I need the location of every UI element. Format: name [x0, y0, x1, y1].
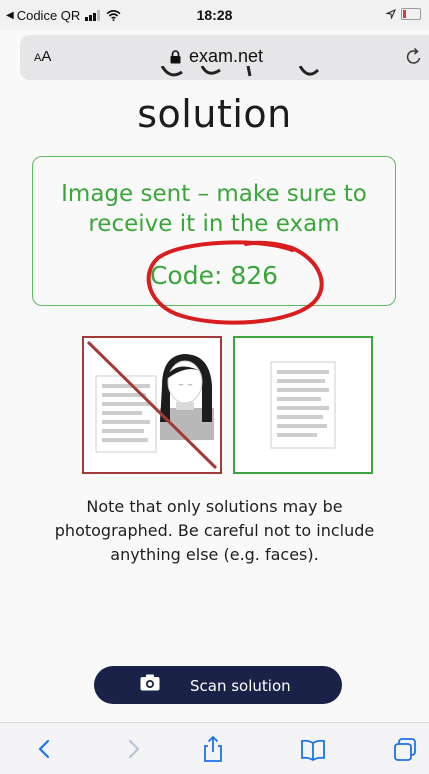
camera-icon	[140, 674, 160, 691]
location-icon	[386, 9, 396, 19]
status-time: 18:28	[196, 7, 233, 23]
success-message-box: Image sent – make sure to receive it in …	[32, 156, 396, 306]
photo-note: Note that only solutions may be photogra…	[54, 497, 375, 564]
battery-icon	[401, 8, 421, 20]
reload-icon[interactable]	[404, 47, 424, 67]
bad-example-image	[82, 336, 222, 474]
screen: ◀ Codice QR 18:28 AA exam.net solution I…	[0, 0, 429, 774]
exam-code: Code: 826	[149, 261, 279, 290]
back-icon[interactable]	[32, 735, 58, 763]
tabs-icon[interactable]	[392, 735, 418, 763]
scrolled-heading-fragment	[0, 66, 429, 84]
bookmarks-icon[interactable]	[300, 735, 326, 763]
good-example-image	[233, 336, 373, 474]
status-right	[386, 8, 421, 20]
reader-options-button[interactable]: AA	[34, 48, 51, 65]
status-bar: ◀ Codice QR 18:28	[0, 0, 429, 30]
url-domain: exam.net	[189, 46, 264, 66]
forward-icon[interactable]	[120, 735, 146, 763]
success-message: Image sent – make sure to receive it in …	[61, 181, 367, 237]
lock-icon	[170, 49, 181, 63]
browser-toolbar	[0, 722, 429, 774]
scan-solution-button[interactable]: Scan solution	[94, 666, 342, 704]
url-field[interactable]: exam.net	[170, 46, 263, 67]
share-icon[interactable]	[200, 735, 226, 763]
page-title: solution	[137, 92, 292, 136]
scan-button-label: Scan solution	[190, 677, 291, 695]
